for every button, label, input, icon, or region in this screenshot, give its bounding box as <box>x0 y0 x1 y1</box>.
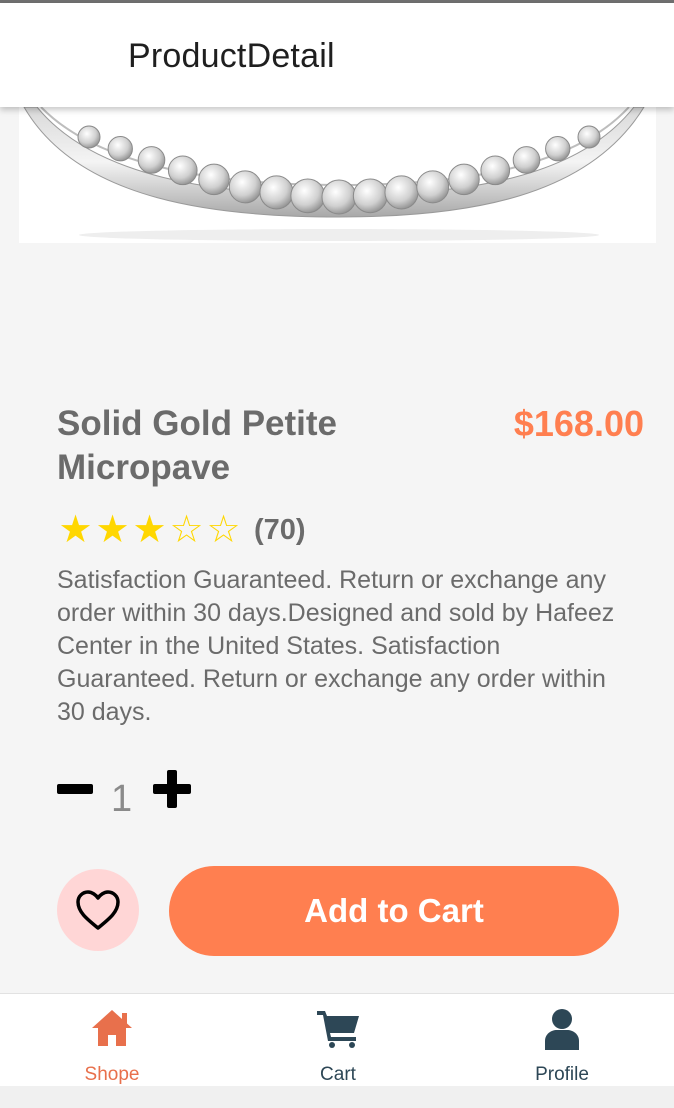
star-filled-icon: ★ <box>132 509 167 551</box>
heart-icon <box>76 890 120 930</box>
star-rating: ★★★☆☆ <box>57 510 242 550</box>
add-to-cart-button[interactable]: Add to Cart <box>169 866 619 956</box>
nav-item-shope[interactable]: Shope <box>32 994 192 1087</box>
app-bar: ProductDetail <box>0 3 674 107</box>
cart-icon <box>317 1011 359 1048</box>
nav-label-shope: Shope <box>84 1064 140 1085</box>
star-filled-icon: ★ <box>58 509 93 551</box>
star-filled-icon: ★ <box>95 509 130 551</box>
system-navigation-bar <box>0 1086 674 1108</box>
product-price: $168.00 <box>513 403 644 444</box>
nav-item-profile[interactable]: Profile <box>482 994 642 1087</box>
page-title: ProductDetail <box>128 37 335 75</box>
home-icon <box>92 1010 132 1046</box>
product-name: Solid Gold Petite Micropave <box>57 404 338 487</box>
star-empty-icon: ☆ <box>169 509 204 551</box>
review-count: (70) <box>254 513 306 546</box>
product-image <box>19 107 656 243</box>
nav-label-cart: Cart <box>320 1064 356 1085</box>
nav-label-profile: Profile <box>535 1064 589 1085</box>
decrement-button[interactable] <box>57 784 93 794</box>
profile-icon <box>545 1009 579 1050</box>
bottom-navigation: Shope Cart Profile <box>0 993 674 1086</box>
quantity-value: 1 <box>111 778 133 820</box>
star-empty-icon: ☆ <box>206 509 241 551</box>
product-description: Satisfaction Guaranteed. Return or excha… <box>57 566 615 726</box>
increment-button[interactable] <box>153 770 191 808</box>
quantity-stepper: 1 <box>57 768 257 824</box>
favorite-button[interactable] <box>57 869 139 951</box>
nav-item-cart[interactable]: Cart <box>258 994 418 1087</box>
rating-row: ★★★☆☆ (70) <box>57 510 306 550</box>
